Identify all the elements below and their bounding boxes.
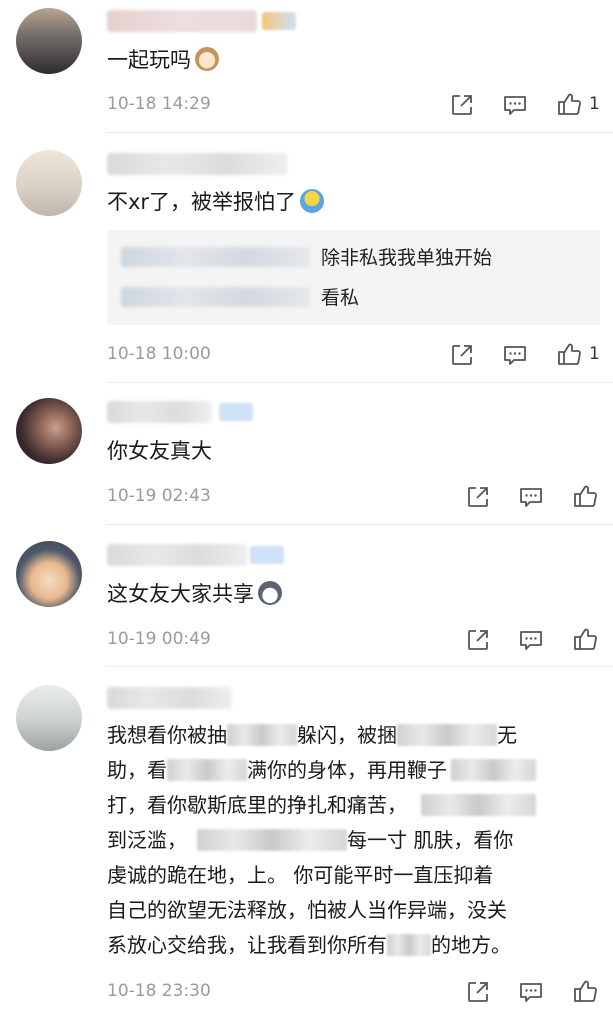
comment-item: 我想看你被抽 躲闪，被捆无 助，看 满你的身体，再用鞭子 打，看你歇斯底里的挣扎和痛… (0, 667, 613, 1011)
like-button[interactable] (572, 626, 598, 652)
thumbs-up-icon (556, 91, 582, 117)
avatar[interactable] (16, 398, 82, 464)
comment-icon (518, 979, 544, 1005)
reply-username[interactable] (121, 287, 311, 307)
like-button[interactable] (572, 483, 598, 509)
thumbs-up-icon (572, 626, 598, 652)
comment-text: 你女友真大 (107, 439, 212, 463)
censored-mark (387, 934, 431, 956)
share-forward-icon (465, 627, 491, 653)
comment-icon (502, 342, 528, 368)
forward-button[interactable] (465, 484, 491, 510)
censored-mark (451, 759, 536, 781)
avatar[interactable] (16, 150, 82, 216)
vip-badge (250, 546, 284, 564)
reply-button[interactable] (518, 627, 544, 653)
comment-icon (502, 92, 528, 118)
vip-badge (219, 403, 253, 421)
reply-item: 除非私我我单独开始 (121, 243, 492, 270)
share-forward-icon (465, 484, 491, 510)
username[interactable] (107, 153, 287, 175)
cat-emoji (195, 47, 219, 71)
comment-time: 10-19 02:43 (107, 486, 211, 506)
censored-mark (227, 724, 297, 746)
censored-mark (421, 794, 536, 816)
comment-text: 这女友大家共享 (107, 578, 282, 610)
comment-time: 10-19 00:49 (107, 629, 211, 649)
share-forward-icon (465, 979, 491, 1005)
husky-emoji (258, 581, 282, 605)
reply-button[interactable] (518, 484, 544, 510)
comment-text: 一起玩吗 (107, 44, 219, 76)
like-count: 1 (589, 94, 600, 114)
censored-mark (197, 829, 347, 851)
like-button[interactable] (556, 91, 582, 117)
username[interactable] (107, 544, 247, 566)
reply-item: 看私 (121, 283, 359, 310)
vip-badge (262, 12, 296, 30)
like-button[interactable] (556, 341, 582, 367)
forward-button[interactable] (449, 92, 475, 118)
like-count: 1 (589, 344, 600, 364)
avatar[interactable] (16, 8, 82, 74)
username[interactable] (107, 10, 257, 32)
shrug-emoji (300, 189, 325, 213)
username[interactable] (107, 401, 212, 423)
thumbs-up-icon (556, 341, 582, 367)
comment-text: 不xr了，被举报怕了 (107, 186, 325, 218)
thumbs-up-icon (572, 483, 598, 509)
reply-button[interactable] (502, 92, 528, 118)
comment-text: 我想看你被抽 躲闪，被捆无 助，看 满你的身体，再用鞭子 打，看你歇斯底里的挣扎和痛… (107, 718, 536, 963)
comment-item: 这女友大家共享 10-19 00:49 (0, 525, 613, 667)
comment-time: 10-18 14:29 (107, 94, 211, 114)
username[interactable] (107, 687, 232, 709)
like-button[interactable] (572, 978, 598, 1004)
comment-icon (518, 627, 544, 653)
avatar[interactable] (16, 685, 82, 751)
comment-icon (518, 484, 544, 510)
forward-button[interactable] (465, 979, 491, 1005)
share-forward-icon (449, 92, 475, 118)
comment-item: 你女友真大 10-19 02:43 (0, 383, 613, 525)
comment-item: 一起玩吗 10-18 14:29 1 (0, 0, 613, 133)
reply-box[interactable]: 除非私我我单独开始 看私 (107, 230, 600, 325)
reply-button[interactable] (502, 342, 528, 368)
censored-mark (397, 724, 497, 746)
share-forward-icon (449, 342, 475, 368)
censored-mark (167, 759, 247, 781)
reply-button[interactable] (518, 979, 544, 1005)
comment-time: 10-18 23:30 (107, 981, 211, 1001)
forward-button[interactable] (449, 342, 475, 368)
forward-button[interactable] (465, 627, 491, 653)
reply-username[interactable] (121, 247, 311, 267)
avatar[interactable] (16, 541, 82, 607)
comment-time: 10-18 10:00 (107, 344, 211, 364)
thumbs-up-icon (572, 978, 598, 1004)
comment-item: 不xr了，被举报怕了 除非私我我单独开始 看私 10-18 10:00 1 (0, 133, 613, 383)
